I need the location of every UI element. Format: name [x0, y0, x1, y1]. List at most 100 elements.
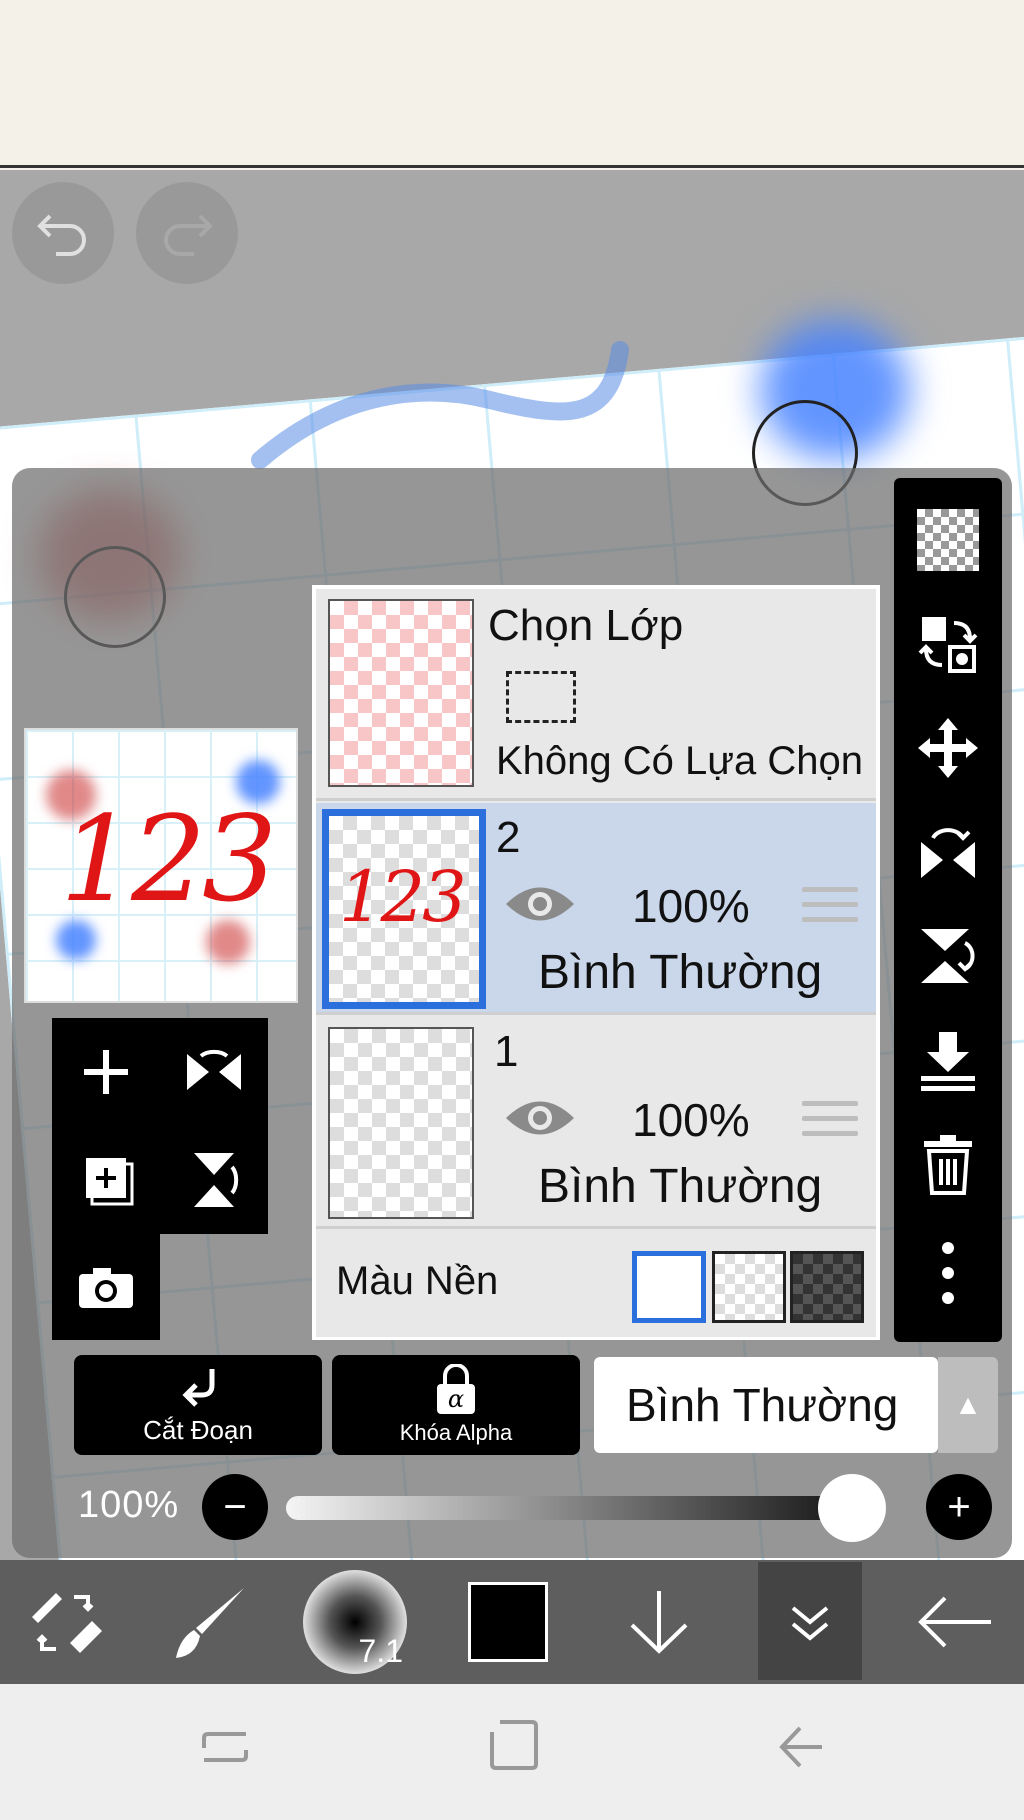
layer-row-1[interactable]: 1 100% Bình Thường: [316, 1017, 876, 1229]
layer-2-blend-mode: Bình Thường: [538, 946, 823, 999]
layer-side-toolbar: [894, 478, 1002, 1342]
layer-1-thumbnail: [328, 1027, 474, 1219]
layer-2-name: 2: [496, 813, 521, 862]
move-icon: [918, 718, 978, 778]
plus-icon: [84, 1050, 128, 1094]
flip-vertical-layer-button[interactable]: [160, 1126, 268, 1234]
more-options-button[interactable]: [894, 1218, 1002, 1328]
delete-layer-button[interactable]: [894, 1114, 1002, 1214]
brush-size-indicator: 7.1: [303, 1570, 407, 1674]
selection-layer-row[interactable]: Chọn Lớp Không Có Lựa Chọn: [316, 589, 876, 801]
tool-switch-button[interactable]: [0, 1560, 132, 1684]
opacity-value-label: 100%: [78, 1484, 180, 1526]
transparency-checker-button[interactable]: [894, 490, 1002, 590]
flip-vertical-icon: [194, 1153, 239, 1207]
merge-down-button[interactable]: [894, 1010, 1002, 1110]
minus-icon: −: [223, 1484, 247, 1529]
svg-text:α: α: [448, 1385, 464, 1413]
home-square-icon: [490, 1720, 538, 1770]
duplicate-layer-button[interactable]: [52, 1126, 160, 1234]
opacity-slider-handle[interactable]: [818, 1474, 886, 1542]
background-transparent-swatch[interactable]: [712, 1251, 786, 1323]
layer-down-button[interactable]: [604, 1560, 714, 1684]
visibility-eye-icon[interactable]: [502, 879, 578, 929]
move-layer-button[interactable]: [894, 698, 1002, 798]
redo-icon: [164, 214, 213, 256]
opacity-increase-button[interactable]: +: [926, 1474, 992, 1540]
trash-icon: [924, 1135, 972, 1195]
redo-button[interactable]: [136, 182, 238, 284]
layer-2-drag-handle[interactable]: [802, 887, 858, 932]
undo-button[interactable]: [12, 182, 114, 284]
visibility-eye-icon[interactable]: [502, 1093, 578, 1143]
layer-row-2[interactable]: 123 2 100% Bình Thường: [316, 803, 876, 1015]
color-picker-button[interactable]: [448, 1560, 568, 1684]
opacity-slider[interactable]: [286, 1496, 886, 1520]
flip-horizontal-icon: [187, 1049, 241, 1090]
bottom-toolbar: 7.1: [0, 1560, 1024, 1684]
checker-icon: [917, 509, 979, 571]
app-root: 123 Chọn Lớp Không Có Lựa Chọn 123 2 100…: [0, 0, 1024, 1820]
arrow-left-icon: [918, 1596, 991, 1648]
recent-apps-button[interactable]: [200, 1722, 250, 1772]
clipping-arrow-icon: [182, 1368, 215, 1407]
brush-size-value: 7.1: [358, 1633, 403, 1669]
selection-layer-title: Chọn Lớp: [488, 601, 684, 650]
preview-digits: 123: [60, 790, 277, 928]
top-bar: [0, 0, 1024, 168]
layer-1-opacity: 100%: [632, 1094, 750, 1146]
selection-layer-thumbnail: [328, 599, 474, 787]
blend-mode-dropdown-toggle[interactable]: ▲: [938, 1357, 998, 1453]
camera-import-button[interactable]: [52, 1234, 160, 1340]
pen-eraser-swap-icon: [32, 1593, 102, 1653]
back-arrow-button[interactable]: [900, 1560, 1010, 1684]
brush-icon: [176, 1588, 244, 1658]
layer-2-opacity: 100%: [632, 880, 750, 932]
layer-1-drag-handle[interactable]: [802, 1101, 858, 1146]
clipping-button[interactable]: Cắt Đoạn: [74, 1355, 322, 1455]
layer-2-thumbnail-digits: 123: [339, 856, 467, 938]
duplicate-layer-icon: [86, 1158, 134, 1206]
system-navigation-bar: [0, 1684, 1024, 1820]
merge-down-icon: [921, 1032, 975, 1091]
brush-tool-button[interactable]: [150, 1560, 270, 1684]
selection-marquee-icon: [506, 671, 576, 723]
recent-apps-icon: [202, 1732, 248, 1762]
clipping-label: Cắt Đoạn: [143, 1414, 253, 1445]
layer-list: Chọn Lớp Không Có Lựa Chọn 123 2 100% Bì…: [312, 585, 880, 1340]
undo-icon: [37, 214, 86, 256]
flip-horizontal-button[interactable]: [894, 802, 1002, 902]
camera-icon: [79, 1268, 133, 1308]
opacity-decrease-button[interactable]: −: [202, 1474, 268, 1540]
more-vertical-icon: [942, 1242, 954, 1304]
background-white-swatch[interactable]: [632, 1251, 706, 1323]
layer-panel-toggle-button[interactable]: [758, 1562, 862, 1680]
system-back-icon: [779, 1726, 822, 1768]
alpha-lock-icon: α: [437, 1364, 475, 1414]
alpha-lock-button[interactable]: α Khóa Alpha: [332, 1355, 580, 1455]
swap-selection-button[interactable]: [894, 594, 1002, 694]
background-dark-swatch[interactable]: [790, 1251, 864, 1323]
layer-2-thumbnail: 123: [322, 809, 486, 1009]
flip-vertical-button[interactable]: [894, 906, 1002, 1006]
alpha-lock-label: Khóa Alpha: [399, 1420, 513, 1445]
blend-mode-select[interactable]: Bình Thường: [594, 1357, 938, 1453]
flip-horizontal-icon: [921, 828, 975, 878]
flip-vertical-icon: [921, 929, 975, 983]
background-color-row: Màu Nền: [316, 1229, 876, 1337]
double-chevron-down-icon: [791, 1606, 829, 1641]
home-button[interactable]: [488, 1718, 538, 1772]
background-color-label: Màu Nền: [336, 1259, 499, 1303]
brush-size-button[interactable]: 7.1: [290, 1560, 420, 1684]
chevron-up-icon: ▲: [954, 1389, 982, 1420]
canvas-preview[interactable]: 123: [24, 728, 298, 1003]
flip-horizontal-layer-button[interactable]: [160, 1018, 268, 1126]
current-color-swatch: [468, 1582, 548, 1662]
plus-icon: +: [947, 1484, 971, 1529]
selection-layer-status: Không Có Lựa Chọn: [496, 739, 864, 783]
add-layer-button[interactable]: [52, 1018, 160, 1126]
layer-1-name: 1: [494, 1027, 519, 1076]
arrow-down-icon: [630, 1591, 688, 1654]
system-back-button[interactable]: [776, 1722, 826, 1772]
swap-icon: [918, 617, 978, 673]
